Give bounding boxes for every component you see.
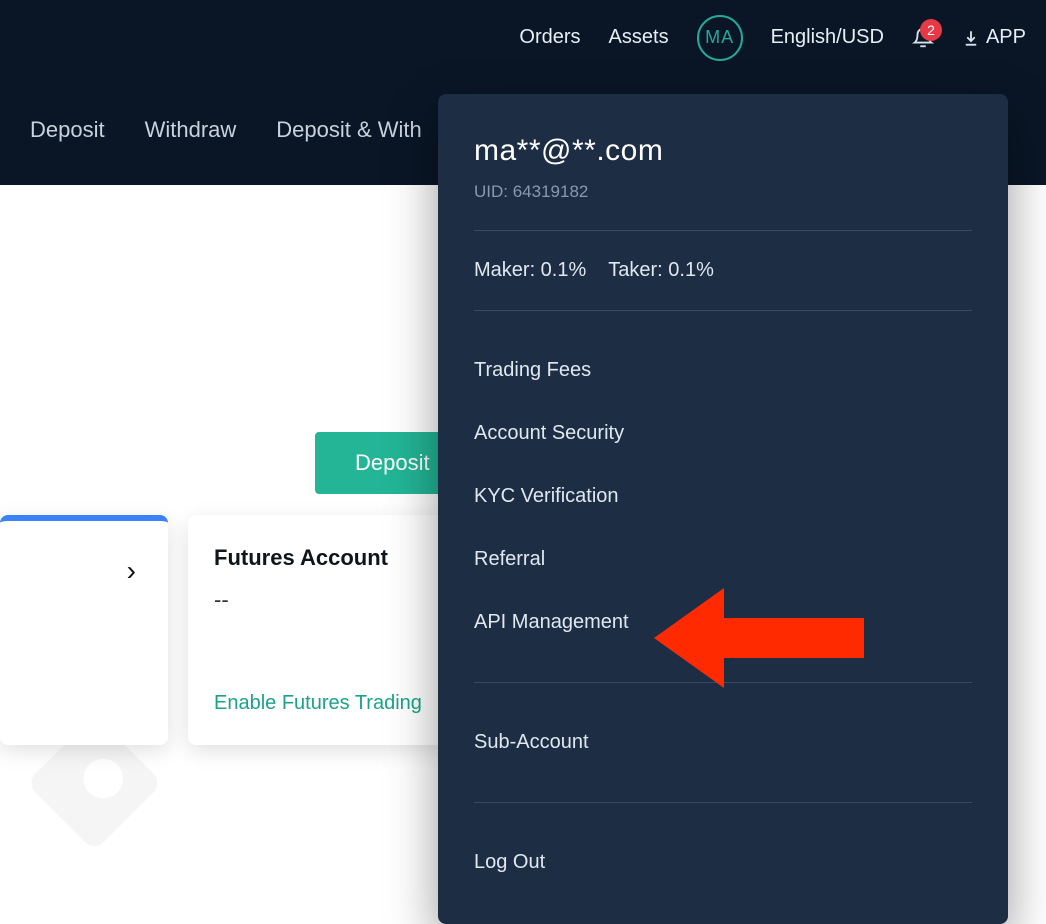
locale-selector[interactable]: English/USD (771, 26, 884, 49)
chevron-right-icon: › (127, 555, 136, 587)
avatar-initials: MA (705, 27, 734, 48)
menu-account-security[interactable]: Account Security (474, 402, 972, 465)
download-icon (962, 29, 980, 47)
enable-futures-link[interactable]: Enable Futures Trading (214, 692, 422, 715)
notification-badge: 2 (920, 19, 942, 41)
menu-api-management[interactable]: API Management (474, 591, 972, 654)
menu-referral[interactable]: Referral (474, 528, 972, 591)
avatar-button[interactable]: MA (697, 15, 743, 61)
top-navbar: Orders Assets MA English/USD 2 APP (0, 0, 1046, 75)
account-cards-row: › Futures Account -- Enable Futures Trad… (0, 515, 448, 745)
app-download-button[interactable]: APP (962, 26, 1026, 49)
maker-fee: Maker: 0.1% (474, 259, 586, 282)
card-value: -- (214, 587, 422, 613)
dropdown-fees-row: Maker: 0.1% Taker: 0.1% (474, 259, 972, 282)
divider (474, 802, 972, 803)
dropdown-uid: UID: 64319182 (474, 182, 972, 202)
dropdown-menu-section: Trading Fees Account Security KYC Verifi… (474, 339, 972, 654)
nav-orders[interactable]: Orders (519, 26, 580, 49)
divider (474, 230, 972, 231)
menu-kyc-verification[interactable]: KYC Verification (474, 465, 972, 528)
tab-withdraw[interactable]: Withdraw (145, 117, 237, 143)
notifications-button[interactable]: 2 (912, 27, 934, 49)
futures-account-card[interactable]: Futures Account -- Enable Futures Tradin… (188, 515, 448, 745)
app-download-label: APP (986, 26, 1026, 49)
nav-assets[interactable]: Assets (609, 26, 669, 49)
tab-deposit[interactable]: Deposit (30, 117, 105, 143)
divider (474, 682, 972, 683)
card-title: Futures Account (214, 545, 422, 571)
menu-log-out[interactable]: Log Out (474, 831, 972, 894)
menu-trading-fees[interactable]: Trading Fees (474, 339, 972, 402)
menu-sub-account[interactable]: Sub-Account (474, 711, 972, 774)
dropdown-email: ma**@**.com (474, 134, 972, 168)
account-card-partial[interactable]: › (0, 515, 168, 745)
taker-fee: Taker: 0.1% (608, 259, 714, 282)
divider (474, 310, 972, 311)
tab-deposit-withdraw-history[interactable]: Deposit & With (276, 117, 422, 143)
account-dropdown: ma**@**.com UID: 64319182 Maker: 0.1% Ta… (438, 94, 1008, 924)
